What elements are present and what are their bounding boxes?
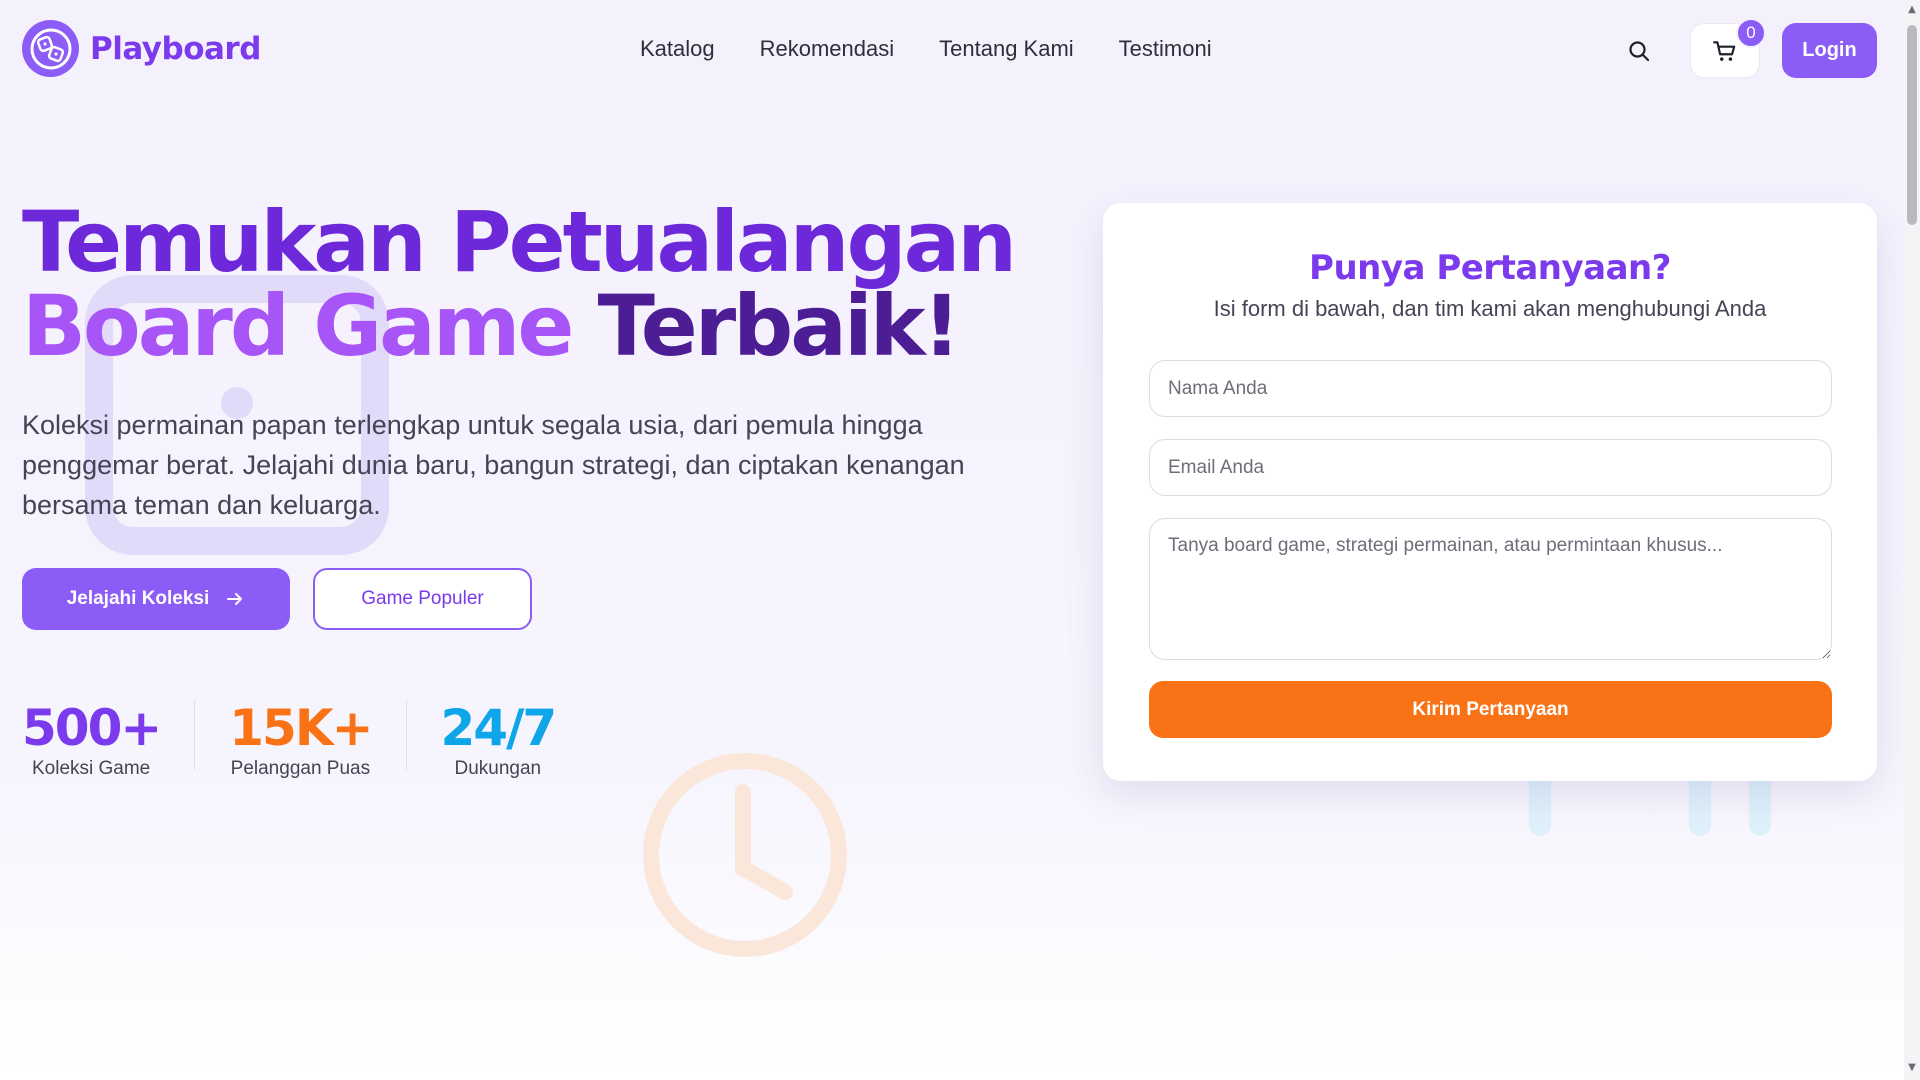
gamepad-dice-logo-icon: [22, 20, 79, 77]
contact-title: Punya Pertanyaan?: [1309, 248, 1671, 288]
stat-support: 24/7 Dukungan: [440, 699, 558, 780]
stat-label: Dukungan: [454, 758, 542, 779]
hero-title-rest: Terbaik!: [597, 277, 961, 375]
navbar: Playboard Katalog Rekomendasi Tentang Ka…: [0, 0, 1904, 100]
clock-decoration-icon: [643, 753, 847, 957]
explore-collection-label: Jelajahi Koleksi: [66, 588, 210, 609]
email-input[interactable]: [1149, 439, 1832, 496]
scroll-down-arrow-icon[interactable]: ▼: [1907, 1062, 1917, 1074]
contact-form-card: Punya Pertanyaan? Isi form di bawah, dan…: [1103, 203, 1877, 781]
stat-customers: 15K+ Pelanggan Puas: [229, 699, 373, 780]
hero-title: Temukan Petualangan Board Game Terbaik!: [22, 200, 1082, 368]
submit-question-button[interactable]: Kirim Pertanyaan: [1149, 681, 1832, 738]
brand[interactable]: Playboard: [22, 20, 261, 77]
stat-value: 500+: [22, 699, 162, 757]
nav-link-testimoni[interactable]: Testimoni: [1119, 36, 1212, 62]
explore-collection-button[interactable]: Jelajahi Koleksi: [22, 568, 290, 630]
stat-divider: [194, 700, 196, 770]
hero-title-highlight: Board Game: [22, 277, 574, 375]
scroll-up-arrow-icon[interactable]: ▲: [1907, 4, 1917, 16]
cart-icon: [1713, 40, 1736, 61]
name-input[interactable]: [1149, 360, 1832, 417]
stat-divider: [405, 700, 407, 770]
brand-name: Playboard: [90, 30, 261, 67]
search-icon: [1629, 41, 1650, 62]
search-button[interactable]: [1624, 36, 1654, 66]
main-nav: Katalog Rekomendasi Tentang Kami Testimo…: [640, 36, 1212, 62]
stat-label: Pelanggan Puas: [230, 758, 371, 779]
hero-title-line1: Temukan Petualangan: [22, 193, 1017, 291]
hero-description: Koleksi permainan papan terlengkap untuk…: [22, 410, 965, 520]
page-scrollbar[interactable]: ▲ ▼: [1904, 0, 1920, 1080]
login-button[interactable]: Login: [1782, 23, 1877, 78]
nav-link-rekomendasi[interactable]: Rekomendasi: [760, 36, 895, 62]
nav-link-tentang-kami[interactable]: Tentang Kami: [939, 36, 1074, 62]
cart-count-badge: 0: [1736, 18, 1766, 48]
stat-label: Koleksi Game: [31, 758, 151, 779]
stat-games: 500+ Koleksi Game: [22, 699, 162, 780]
popular-games-button[interactable]: Game Populer: [313, 568, 532, 630]
nav-link-katalog[interactable]: Katalog: [640, 36, 715, 62]
contact-subtitle: Isi form di bawah, dan tim kami akan men…: [1213, 296, 1767, 321]
stats-row: 500+ Koleksi Game 15K+ Pelanggan Puas 24…: [22, 699, 558, 780]
stat-value: 24/7: [440, 699, 558, 757]
scrollbar-thumb[interactable]: [1907, 25, 1917, 225]
arrow-right-icon: [227, 593, 243, 605]
message-textarea[interactable]: [1149, 518, 1832, 660]
stat-value: 15K+: [229, 699, 373, 757]
